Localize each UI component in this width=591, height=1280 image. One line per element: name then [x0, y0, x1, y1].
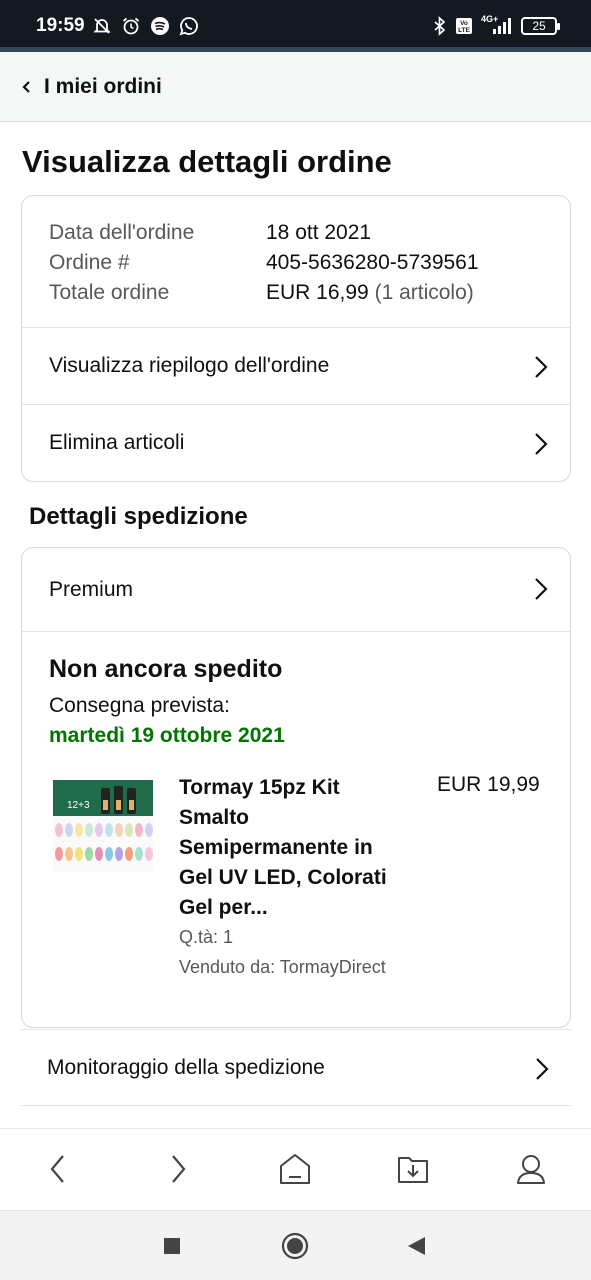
order-number-label: Ordine # — [49, 251, 130, 274]
svg-text:LTE: LTE — [458, 27, 470, 34]
shipping-method-link[interactable]: Premium — [22, 548, 570, 632]
track-shipment-link[interactable]: Monitoraggio della spedizione — [21, 1029, 571, 1106]
downloads-icon — [398, 1157, 428, 1183]
order-info-list: Data dell'ordine 18 ott 2021 Ordine # 40… — [49, 218, 479, 308]
forward-arrow-icon — [172, 1155, 186, 1183]
back-triangle-icon — [408, 1237, 425, 1255]
recents-square-icon — [164, 1238, 180, 1254]
delete-items-label: Elimina articoli — [49, 431, 185, 454]
product-quantity: Q.tà: 1 — [179, 927, 234, 947]
shipment-card: Premium Non ancora spedito Consegna prev… — [21, 547, 571, 1028]
order-date-label: Data dell'ordine — [49, 221, 195, 244]
page-title: Visualizza dettagli ordine — [22, 144, 392, 179]
order-info-card: Data dell'ordine 18 ott 2021 Ordine # 40… — [21, 195, 571, 482]
delivery-date: martedì 19 ottobre 2021 — [49, 724, 285, 747]
back-to-orders-link[interactable]: I miei ordini — [0, 52, 591, 122]
back-link-label: I miei ordini — [44, 74, 162, 98]
order-total-label: Totale ordine — [49, 281, 170, 304]
profile-icon — [517, 1155, 545, 1184]
shipping-method-label: Premium — [49, 577, 134, 601]
android-nav-bar — [0, 1210, 591, 1280]
delete-items-link[interactable]: Elimina articoli — [22, 404, 570, 481]
browser-home-button[interactable] — [277, 1151, 313, 1187]
order-number-row: Ordine # 405-5636280-5739561 — [49, 248, 479, 278]
browser-downloads-button[interactable] — [395, 1151, 431, 1187]
signal-indicator: 4G+ — [481, 14, 513, 36]
order-total-value-wrap: EUR 16,99 (1 articolo) — [266, 278, 474, 308]
product-price: EUR 19,99 — [437, 773, 540, 796]
battery-icon: 25 — [521, 17, 560, 35]
order-total-value: EUR 16,99 — [266, 281, 369, 304]
svg-text:Vo: Vo — [460, 20, 468, 27]
spotify-icon — [151, 17, 169, 35]
chevron-left-icon — [22, 80, 30, 93]
volte-icon: VoLTE — [456, 18, 472, 34]
chevron-right-icon — [536, 1058, 549, 1080]
browser-forward-button[interactable] — [160, 1151, 196, 1187]
recents-button[interactable] — [157, 1231, 187, 1261]
view-order-summary-link[interactable]: Visualizza riepilogo dell'ordine — [22, 327, 570, 404]
chevron-right-icon — [535, 356, 548, 378]
battery-level: 25 — [532, 19, 546, 33]
alarm-icon — [122, 17, 140, 35]
chevron-right-icon — [535, 433, 548, 455]
product-image[interactable]: 12+3 — [53, 780, 153, 872]
chevron-right-icon — [535, 578, 548, 600]
browser-profile-button[interactable] — [513, 1151, 549, 1187]
order-item-count: (1 articolo) — [374, 281, 474, 304]
shipment-status: Non ancora spedito — [49, 655, 283, 683]
bluetooth-icon — [434, 16, 446, 36]
status-icons-right: Vo LTE 4G+ 25 — [433, 14, 560, 36]
track-shipment-label: Monitoraggio della spedizione — [47, 1055, 325, 1079]
signal-icon — [493, 18, 511, 34]
status-time: 19:59 — [36, 15, 85, 36]
back-nav-button[interactable] — [401, 1231, 431, 1261]
product-title-link[interactable]: Tormay 15pz Kit Smalto Semipermanente in… — [179, 773, 411, 923]
shipping-section-title: Dettagli spedizione — [29, 503, 248, 530]
home-icon — [280, 1154, 310, 1184]
order-date-value: 18 ott 2021 — [266, 221, 372, 244]
product-seller: Venduto da: TormayDirect — [179, 957, 386, 977]
order-date-row: Data dell'ordine 18 ott 2021 — [49, 218, 479, 248]
view-order-summary-label: Visualizza riepilogo dell'ordine — [49, 354, 330, 377]
whatsapp-icon — [179, 17, 198, 36]
product-image-label: 12+3 — [67, 800, 90, 811]
delivery-label: Consegna prevista: — [49, 694, 230, 717]
back-arrow-icon — [50, 1155, 64, 1183]
order-number-value: 405-5636280-5739561 — [266, 251, 479, 274]
status-bar: 19:59 Vo LTE 4G+ 25 — [0, 0, 591, 52]
home-circle-icon — [281, 1232, 309, 1260]
order-total-row: Totale ordine EUR 16,99 (1 articolo) — [49, 278, 479, 308]
muted-bell-icon — [93, 18, 111, 34]
home-nav-button[interactable] — [280, 1231, 310, 1261]
browser-back-button[interactable] — [40, 1151, 76, 1187]
status-icons-left — [92, 16, 199, 36]
browser-toolbar — [0, 1128, 591, 1210]
